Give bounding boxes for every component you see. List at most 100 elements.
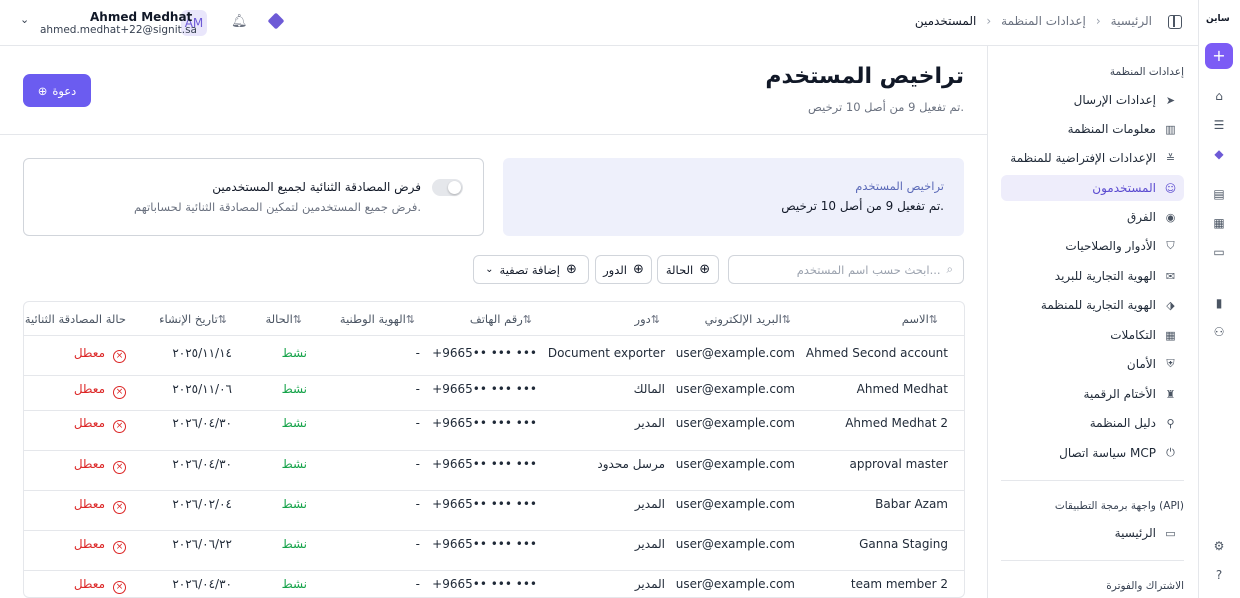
tasks-icon[interactable]: ☰ <box>1211 117 1227 133</box>
cell-national-id: - <box>415 497 420 511</box>
cell-phone: +9665•• ••• ••• <box>432 416 537 430</box>
column-header-role[interactable]: دور⇅ <box>635 312 666 326</box>
cell-national-id: - <box>415 416 420 430</box>
create-new-button[interactable]: + <box>1205 43 1233 69</box>
sidebar-item-mail-branding[interactable]: ✉ الهوية التجارية للبريد <box>1001 263 1184 289</box>
lock-shield-icon: ⛨ <box>1166 357 1175 370</box>
search-icon: ⌕ <box>946 262 953 276</box>
license-value: تم تفعيل 9 من أصل 10 ترخيص. <box>781 199 944 213</box>
breadcrumb-org-settings[interactable]: إعدادات المنظمة <box>1001 14 1086 28</box>
sidebar-item-digital-stamps[interactable]: ♜ الأختام الرقمية <box>1001 381 1184 407</box>
cell-phone: +9665•• ••• ••• <box>432 457 537 471</box>
top-bar: الرئيسية › إعدادات المنظمة › المستخدمين … <box>0 0 1198 46</box>
brand-diamond-icon[interactable]: ◆ <box>1211 146 1227 162</box>
cell-email: user@example.com <box>675 497 795 511</box>
cell-name: Babar Azam <box>875 497 948 511</box>
cell-email: user@example.com <box>675 577 795 591</box>
monitor-icon: ▭ <box>1165 526 1176 540</box>
sidebar-item-api-home[interactable]: ▭ الرئيسية <box>1001 520 1184 546</box>
cell-phone: +9665•• ••• ••• <box>432 577 537 591</box>
sidebar-toggle-icon[interactable] <box>1168 15 1182 29</box>
cell-national-id: - <box>415 577 420 591</box>
column-header-email[interactable]: البريد الإلكتروني⇅ <box>705 312 797 326</box>
brand-logo: ساين <box>1206 14 1230 24</box>
column-header-status[interactable]: الحالة⇅ <box>265 312 308 326</box>
column-header-created[interactable]: تاريخ الإنشاء⇅ <box>159 312 233 326</box>
sidebar-divider <box>1001 560 1184 561</box>
sidebar-item-label: سياسة اتصال MCP <box>1059 446 1156 460</box>
plus-circle-icon: ⊕ <box>632 262 644 277</box>
cell-national-id: - <box>415 382 420 396</box>
help-icon[interactable]: ? <box>1211 567 1227 583</box>
twofa-toggle[interactable] <box>432 179 463 196</box>
sidebar-item-users[interactable]: ☺ المستخدمون <box>1001 175 1184 201</box>
sidebar-item-label: الأمان <box>1126 357 1156 371</box>
breadcrumb-home[interactable]: الرئيسية <box>1111 14 1152 28</box>
cell-name: Ganna Staging <box>859 537 948 551</box>
cell-role: Document exporter <box>547 346 665 360</box>
column-header-name[interactable]: الاسم⇅ <box>902 312 944 326</box>
invite-button[interactable]: ⊕ دعوة <box>23 74 91 107</box>
cell-status: نشط <box>281 537 307 551</box>
filter-label: إضافة تصفية <box>499 262 560 277</box>
page-subtitle: تم تفعيل 9 من أصل 10 ترخيص. <box>808 100 964 114</box>
cell-phone: +9665•• ••• ••• <box>432 382 537 396</box>
shield-icon: ⛉ <box>1166 239 1175 252</box>
sidebar-item-security[interactable]: ⛨ الأمان <box>1001 351 1184 377</box>
sidebar-item-org-info[interactable]: ▥ معلومات المنظمة <box>1001 116 1184 142</box>
sidebar-item-label: المستخدمون <box>1092 181 1156 195</box>
templates-icon[interactable]: ▤ <box>1211 186 1227 202</box>
grid-icon: ▦ <box>1165 328 1176 342</box>
user-email[interactable]: ahmed.medhat+22@signit.sa <box>40 24 197 36</box>
search-input[interactable]: ⌕ ابحث حسب اسم المستخدم... <box>728 255 964 284</box>
cell-name: team member 2 <box>850 577 948 591</box>
sidebar-item-directory[interactable]: ⚲ دليل المنظمة <box>1001 410 1184 436</box>
sidebar-item-org-branding[interactable]: ⬗ الهوية التجارية للمنظمة <box>1001 292 1184 318</box>
cell-role: المدير <box>634 537 665 551</box>
status-filter-button[interactable]: ⊕ الحالة <box>657 255 719 284</box>
chevron-down-icon: ⌄ <box>485 264 494 275</box>
cell-national-id: - <box>415 457 420 471</box>
workflow-icon[interactable]: ⚇ <box>1211 324 1227 340</box>
column-header-phone[interactable]: رقم الهاتف⇅ <box>470 312 538 326</box>
sidebar-item-mcp-policy[interactable]: ⏻ سياسة اتصال MCP <box>1001 440 1184 466</box>
twofa-status-label: معطل <box>73 416 105 430</box>
cell-twofa-status: معطل × <box>74 416 126 433</box>
column-header-twofa[interactable]: حالة المصادقة الثنائية <box>25 312 126 326</box>
brand-diamond-icon[interactable] <box>267 12 285 30</box>
row-divider <box>24 570 964 571</box>
documents-icon[interactable]: ▦ <box>1211 215 1227 231</box>
folder-icon[interactable]: ▭ <box>1211 244 1227 260</box>
cell-role: مرسل محدود <box>597 457 665 471</box>
cell-created: ٢٠٢٥/١١/٠٦ <box>172 382 232 396</box>
role-filter-button[interactable]: ⊕ الدور <box>595 255 652 284</box>
sidebar-item-roles[interactable]: ⛉ الأدوار والصلاحيات <box>1001 233 1184 259</box>
twofa-status-label: معطل <box>73 577 105 591</box>
settings-icon[interactable]: ⚙ <box>1211 538 1227 554</box>
user-name[interactable]: Ahmed Medhat <box>90 10 192 24</box>
sidebar-item-teams[interactable]: ◉ الفرق <box>1001 204 1184 230</box>
twofa-status-label: معطل <box>73 457 105 471</box>
chevron-icon: › <box>1095 14 1101 28</box>
sidebar-item-defaults[interactable]: ≚ الإعدادات الإفتراضية للمنظمة <box>1001 145 1184 171</box>
sidebar-divider <box>1001 480 1184 481</box>
sidebar-item-integrations[interactable]: ▦ التكاملات <box>1001 322 1184 348</box>
add-filter-button[interactable]: ⊕ إضافة تصفية ⌄ <box>473 255 589 284</box>
home-icon[interactable]: ⌂ <box>1211 88 1227 104</box>
reports-icon[interactable]: ▮ <box>1211 295 1227 311</box>
cell-status: نشط <box>281 382 307 396</box>
column-header-national-id[interactable]: الهوية الوطنية⇅ <box>340 312 421 326</box>
cell-phone: +9665•• ••• ••• <box>432 537 537 551</box>
cell-role: المدير <box>634 497 665 511</box>
x-circle-icon: × <box>113 350 126 363</box>
cell-role: المالك <box>633 382 665 396</box>
row-divider <box>24 490 964 491</box>
sidebar-item-send-settings[interactable]: ➤ إعدادات الإرسال <box>1001 87 1184 113</box>
bell-icon[interactable]: 🔔︎ <box>231 14 248 30</box>
stamp-icon: ♜ <box>1165 387 1176 401</box>
chevron-down-icon[interactable]: ⌄ <box>20 13 29 26</box>
sidebar-item-label: الأختام الرقمية <box>1083 387 1156 401</box>
invite-label: دعوة <box>52 83 77 98</box>
cell-national-id: - <box>415 346 420 360</box>
chevron-icon: › <box>986 14 992 28</box>
